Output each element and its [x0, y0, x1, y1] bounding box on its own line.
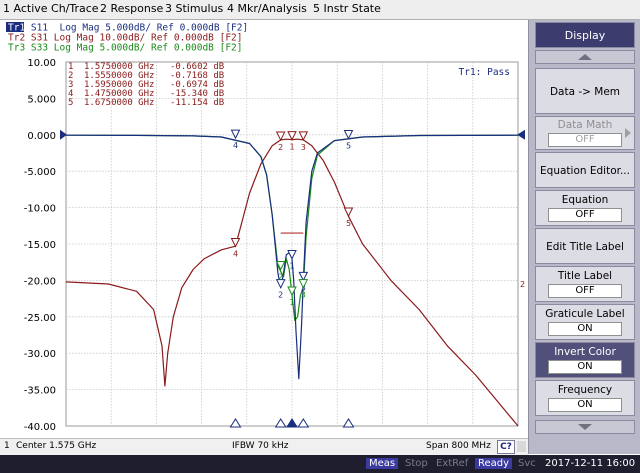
- y-tick-label: 10.00: [27, 58, 56, 69]
- marker-number: 2: [278, 272, 283, 281]
- edit-title-label-text: Edit Title Label: [546, 241, 624, 253]
- y-tick-label: 5.000: [27, 94, 56, 105]
- equation-label: Equation: [561, 194, 609, 206]
- center-frequency[interactable]: Center 1.575 GHz: [16, 441, 96, 451]
- data-math-button[interactable]: Data Math OFF: [535, 116, 635, 150]
- status-meas: Meas: [366, 458, 399, 469]
- data-to-mem-label: Data -> Mem: [549, 86, 621, 98]
- edit-title-label-button[interactable]: Edit Title Label: [535, 228, 635, 264]
- marker-number: 3: [301, 143, 306, 152]
- y-tick-label: 0.000: [27, 131, 56, 142]
- status-datetime: 2017-12-11 16:00: [545, 458, 636, 469]
- marker-number: 3: [301, 291, 306, 300]
- marker-number: 2: [278, 291, 283, 300]
- status-stop: Stop: [405, 458, 428, 469]
- menu-stimulus[interactable]: 3 Stimulus: [165, 2, 223, 15]
- marker-number: 1: [289, 298, 294, 307]
- softkey-title-display: Display: [535, 22, 635, 48]
- marker-number: 1: [289, 262, 294, 271]
- marker-number: 4: [233, 249, 238, 258]
- graticule-label-value: ON: [548, 322, 622, 336]
- invert-color-label: Invert Color: [554, 346, 616, 358]
- y-tick-label: -40.00: [24, 422, 56, 433]
- menu-instr-state[interactable]: 5 Instr State: [313, 2, 381, 15]
- pass-indicator: Tr1: Pass: [459, 67, 510, 78]
- channel-scroll-box: [517, 441, 526, 452]
- equation-value: OFF: [548, 208, 622, 222]
- if-bandwidth[interactable]: IFBW 70 kHz: [232, 441, 288, 451]
- equation-editor-button[interactable]: Equation Editor...: [535, 152, 635, 188]
- data-math-value: OFF: [548, 133, 622, 147]
- marker-5-val: -11.154 dB: [170, 98, 224, 108]
- frequency-button[interactable]: Frequency ON: [535, 380, 635, 416]
- softkey-panel: Display Data -> Mem Data Math OFF Equati…: [528, 20, 640, 454]
- invert-color-value: ON: [548, 360, 622, 374]
- frequency-value: ON: [548, 398, 622, 412]
- chevron-right-icon: [625, 128, 631, 138]
- y-tick-label: -20.00: [24, 276, 56, 287]
- y-tick-label: -30.00: [24, 349, 56, 360]
- frequency-label: Frequency: [557, 384, 613, 396]
- marker-5-freq: 1.6750000 GHz: [84, 98, 154, 108]
- chart-area: 10.00 5.000 0.000 -5.000 -10.00 -15.00 -20.00 -…: [0, 20, 528, 438]
- arrow-up-icon: [578, 54, 592, 60]
- marker-number: 5: [346, 219, 351, 228]
- channel-info-bar: 1 Center 1.575 GHz IFBW 70 kHz Span 800 …: [0, 438, 528, 455]
- status-extref: ExtRef: [436, 458, 469, 469]
- y-tick-label: -10.00: [24, 204, 56, 215]
- marker-number: 2: [278, 143, 283, 152]
- channel-status-badge[interactable]: C?: [497, 440, 515, 454]
- arrow-down-icon: [578, 424, 592, 430]
- data-to-mem-button[interactable]: Data -> Mem: [535, 68, 635, 114]
- channel-number: 1: [4, 441, 10, 451]
- status-bar: Meas Stop ExtRef Ready Svc 2017-12-11 16…: [0, 455, 640, 473]
- title-label-label: Title Label: [557, 270, 613, 282]
- graticule-label-button[interactable]: Graticule Label ON: [535, 304, 635, 340]
- y-tick-label: -35.00: [24, 386, 56, 397]
- y-tick-label: -5.000: [24, 167, 56, 178]
- marker-5-num: 5: [68, 98, 73, 108]
- invert-color-button[interactable]: Invert Color ON: [535, 342, 635, 378]
- scroll-up-button[interactable]: [535, 50, 635, 64]
- menu-active-ch-trace[interactable]: 1 Active Ch/Trace: [3, 2, 99, 15]
- title-label-value: OFF: [548, 284, 622, 298]
- softkey-title-label: Display: [564, 29, 606, 42]
- graticule-label-label: Graticule Label: [545, 308, 625, 320]
- chart-background: [0, 20, 528, 438]
- trace-label-tr3[interactable]: Tr3 S33 Log Mag 5.000dB/ Ref 0.000dB [F2…: [8, 43, 243, 54]
- menu-mkr-analysis[interactable]: 4 Mkr/Analysis: [227, 2, 307, 15]
- menu-bar: 1 Active Ch/Trace 2 Response 3 Stimulus …: [0, 0, 640, 20]
- trace-tr2-end-label: 2: [520, 280, 525, 289]
- marker-number: 4: [233, 141, 238, 150]
- equation-button[interactable]: Equation OFF: [535, 190, 635, 226]
- equation-editor-label: Equation Editor...: [540, 165, 630, 177]
- marker-table: 1 1.5750000 GHz -0.6602 dB 2 1.5550000 G…: [68, 62, 224, 108]
- data-math-label: Data Math: [557, 119, 613, 131]
- span-frequency[interactable]: Span 800 MHz: [426, 441, 491, 451]
- status-svc: Svc: [518, 458, 536, 469]
- menu-response[interactable]: 2 Response: [100, 2, 163, 15]
- y-tick-label: -25.00: [24, 313, 56, 324]
- scroll-down-button[interactable]: [535, 420, 635, 434]
- title-label-button[interactable]: Title Label OFF: [535, 266, 635, 302]
- status-ready: Ready: [475, 458, 513, 469]
- y-tick-label: -15.00: [24, 240, 56, 251]
- marker-number: 1: [289, 143, 294, 152]
- marker-number: 5: [346, 141, 351, 150]
